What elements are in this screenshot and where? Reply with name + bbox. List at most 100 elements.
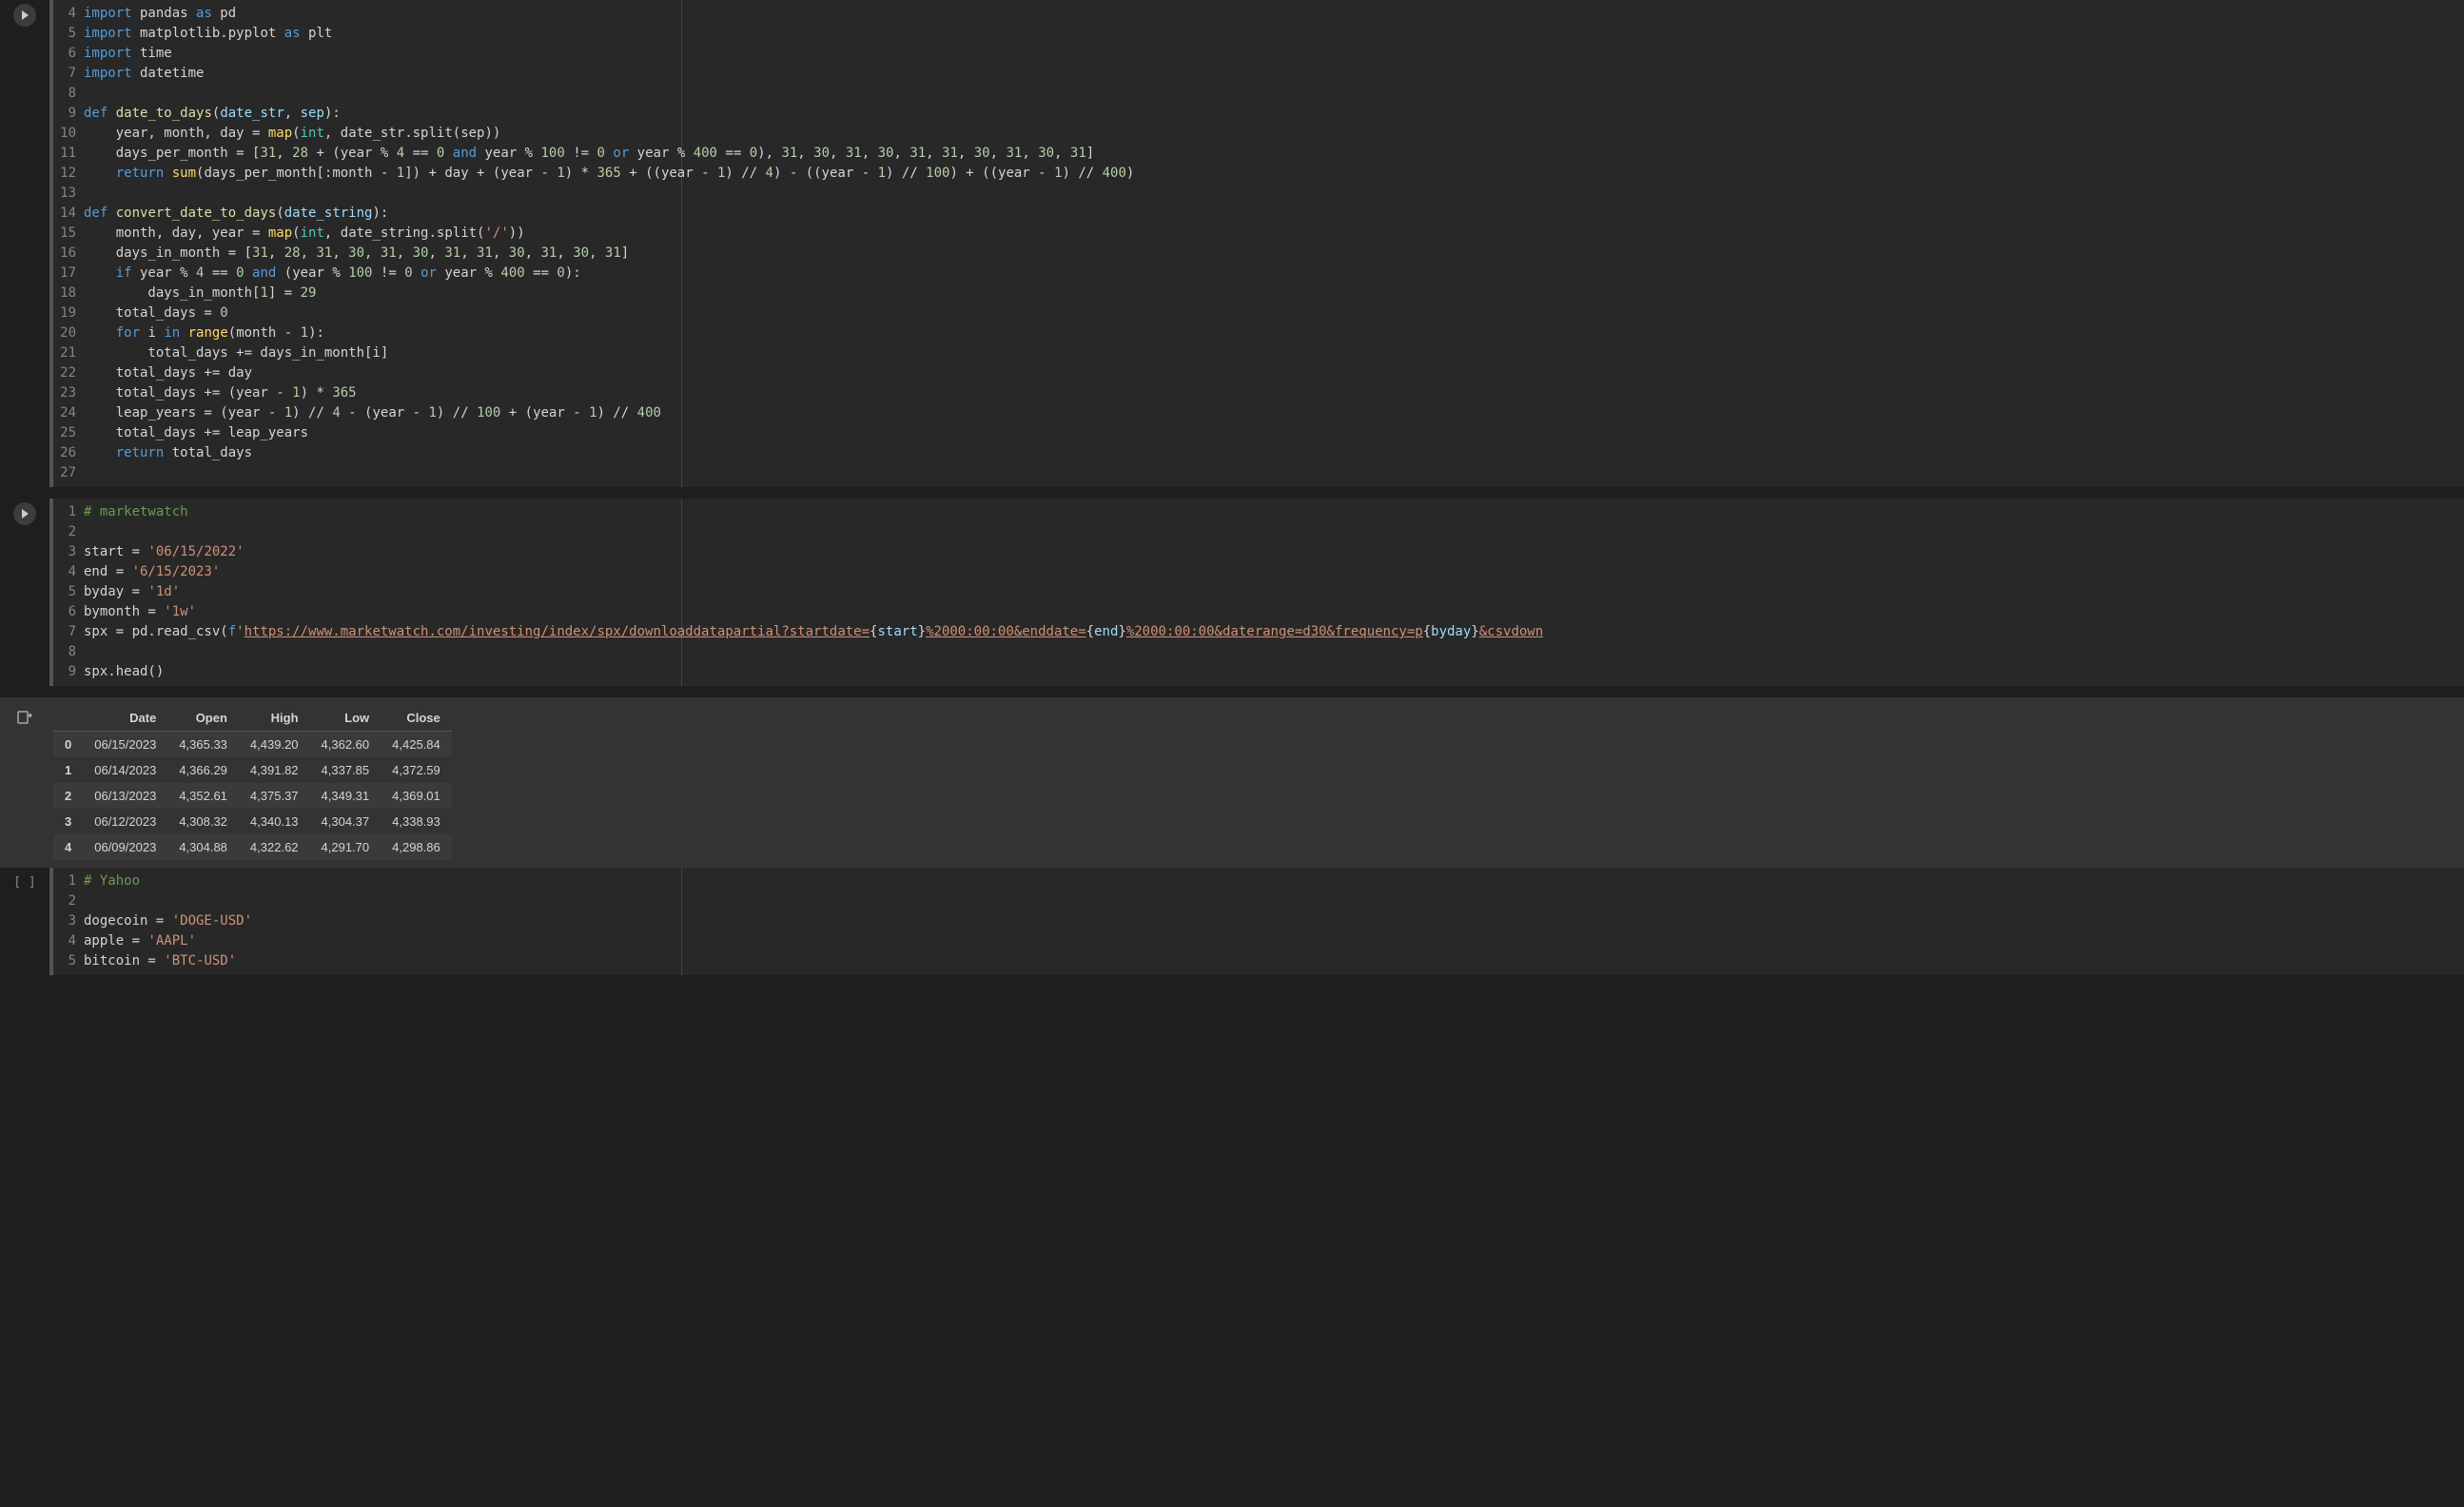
code-line[interactable]: 12 return sum(days_per_month[:month - 1]… — [53, 164, 2464, 184]
run-cell-button[interactable] — [13, 4, 36, 27]
code-line[interactable]: 5bitcoin = 'BTC-USD' — [53, 951, 2464, 971]
table-cell: 4,298.86 — [381, 834, 452, 860]
line-content[interactable]: days_in_month[1] = 29 — [84, 284, 2464, 303]
line-content[interactable]: def convert_date_to_days(date_string): — [84, 204, 2464, 224]
code-line[interactable]: 15 month, day, year = map(int, date_stri… — [53, 224, 2464, 244]
line-content[interactable]: total_days += (year - 1) * 365 — [84, 383, 2464, 403]
line-content[interactable]: leap_years = (year - 1) // 4 - (year - 1… — [84, 403, 2464, 423]
code-line[interactable]: 7spx = pd.read_csv(f'https://www.marketw… — [53, 622, 2464, 642]
line-content[interactable] — [84, 84, 2464, 104]
line-content[interactable]: spx = pd.read_csv(f'https://www.marketwa… — [84, 622, 2464, 642]
code-line[interactable]: 4import pandas as pd — [53, 4, 2464, 24]
table-row: 206/13/20234,352.614,375.374,349.314,369… — [53, 783, 452, 809]
code-line[interactable]: 1# Yahoo — [53, 871, 2464, 891]
line-number: 22 — [53, 363, 84, 383]
line-content[interactable]: apple = 'AAPL' — [84, 931, 2464, 951]
line-content[interactable]: end = '6/15/2023' — [84, 562, 2464, 582]
line-content[interactable]: start = '06/15/2022' — [84, 542, 2464, 562]
code-line[interactable]: 2 — [53, 522, 2464, 542]
line-content[interactable]: total_days += days_in_month[i] — [84, 343, 2464, 363]
line-number: 23 — [53, 383, 84, 403]
code-line[interactable]: 8 — [53, 642, 2464, 662]
output-content: DateOpenHighLowClose006/15/20234,365.334… — [49, 705, 2464, 860]
table-cell: 06/15/2023 — [83, 732, 167, 758]
line-content[interactable]: def date_to_days(date_str, sep): — [84, 104, 2464, 124]
code-line[interactable]: 23 total_days += (year - 1) * 365 — [53, 383, 2464, 403]
code-line[interactable]: 22 total_days += day — [53, 363, 2464, 383]
code-line[interactable]: 4end = '6/15/2023' — [53, 562, 2464, 582]
table-cell: 4,365.33 — [167, 732, 239, 758]
code-line[interactable]: 2 — [53, 891, 2464, 911]
output-icon[interactable] — [16, 709, 33, 726]
line-content[interactable]: import time — [84, 44, 2464, 64]
code-line[interactable]: 9def date_to_days(date_str, sep): — [53, 104, 2464, 124]
code-line[interactable]: 5byday = '1d' — [53, 582, 2464, 602]
code-line[interactable]: 24 leap_years = (year - 1) // 4 - (year … — [53, 403, 2464, 423]
line-content[interactable]: # marketwatch — [84, 502, 2464, 522]
line-content[interactable]: dogecoin = 'DOGE-USD' — [84, 911, 2464, 931]
code-line[interactable]: 16 days_in_month = [31, 28, 31, 30, 31, … — [53, 244, 2464, 264]
code-editor[interactable]: 4import pandas as pd5import matplotlib.p… — [49, 0, 2464, 487]
line-content[interactable]: total_days += leap_years — [84, 423, 2464, 443]
line-content[interactable]: total_days = 0 — [84, 303, 2464, 323]
line-content[interactable]: return sum(days_per_month[:month - 1]) +… — [84, 164, 2464, 184]
line-number: 20 — [53, 323, 84, 343]
editor-ruler — [681, 0, 682, 487]
line-content[interactable] — [84, 891, 2464, 911]
line-content[interactable]: total_days += day — [84, 363, 2464, 383]
table-cell: 06/12/2023 — [83, 809, 167, 834]
line-content[interactable]: year, month, day = map(int, date_str.spl… — [84, 124, 2464, 144]
code-line[interactable]: 26 return total_days — [53, 443, 2464, 463]
run-cell-button[interactable] — [13, 502, 36, 525]
line-content[interactable]: for i in range(month - 1): — [84, 323, 2464, 343]
line-content[interactable]: month, day, year = map(int, date_string.… — [84, 224, 2464, 244]
code-line[interactable]: 19 total_days = 0 — [53, 303, 2464, 323]
code-line[interactable]: 17 if year % 4 == 0 and (year % 100 != 0… — [53, 264, 2464, 284]
line-content[interactable]: byday = '1d' — [84, 582, 2464, 602]
table-cell: 4,375.37 — [239, 783, 310, 809]
line-content[interactable]: bymonth = '1w' — [84, 602, 2464, 622]
code-line[interactable]: 20 for i in range(month - 1): — [53, 323, 2464, 343]
code-line[interactable]: 6bymonth = '1w' — [53, 602, 2464, 622]
line-content[interactable]: days_in_month = [31, 28, 31, 30, 31, 30,… — [84, 244, 2464, 264]
line-content[interactable] — [84, 522, 2464, 542]
code-line[interactable]: 18 days_in_month[1] = 29 — [53, 284, 2464, 303]
code-line[interactable]: 13 — [53, 184, 2464, 204]
execution-count-empty[interactable]: [ ] — [13, 871, 35, 975]
code-line[interactable]: 7import datetime — [53, 64, 2464, 84]
code-line[interactable]: 27 — [53, 463, 2464, 483]
code-line[interactable]: 5import matplotlib.pyplot as plt — [53, 24, 2464, 44]
line-number: 26 — [53, 443, 84, 463]
line-content[interactable]: spx.head() — [84, 662, 2464, 682]
code-editor[interactable]: 1# marketwatch23start = '06/15/2022'4end… — [49, 499, 2464, 686]
code-line[interactable]: 8 — [53, 84, 2464, 104]
line-content[interactable]: import pandas as pd — [84, 4, 2464, 24]
code-editor[interactable]: 1# Yahoo23dogecoin = 'DOGE-USD'4apple = … — [49, 868, 2464, 975]
line-content[interactable]: if year % 4 == 0 and (year % 100 != 0 or… — [84, 264, 2464, 284]
line-number: 11 — [53, 144, 84, 164]
code-line[interactable]: 4apple = 'AAPL' — [53, 931, 2464, 951]
line-content[interactable] — [84, 463, 2464, 483]
line-content[interactable] — [84, 642, 2464, 662]
line-content[interactable]: # Yahoo — [84, 871, 2464, 891]
line-content[interactable]: import matplotlib.pyplot as plt — [84, 24, 2464, 44]
code-line[interactable]: 25 total_days += leap_years — [53, 423, 2464, 443]
table-row: 406/09/20234,304.884,322.624,291.704,298… — [53, 834, 452, 860]
code-line[interactable]: 10 year, month, day = map(int, date_str.… — [53, 124, 2464, 144]
code-line[interactable]: 6import time — [53, 44, 2464, 64]
code-line[interactable]: 1# marketwatch — [53, 502, 2464, 522]
code-line[interactable]: 9spx.head() — [53, 662, 2464, 682]
code-line[interactable]: 3start = '06/15/2022' — [53, 542, 2464, 562]
code-line[interactable]: 11 days_per_month = [31, 28 + (year % 4 … — [53, 144, 2464, 164]
code-line[interactable]: 3dogecoin = 'DOGE-USD' — [53, 911, 2464, 931]
line-number: 19 — [53, 303, 84, 323]
table-row: 106/14/20234,366.294,391.824,337.854,372… — [53, 757, 452, 783]
code-line[interactable]: 21 total_days += days_in_month[i] — [53, 343, 2464, 363]
line-number: 12 — [53, 164, 84, 184]
line-content[interactable]: days_per_month = [31, 28 + (year % 4 == … — [84, 144, 2464, 164]
code-line[interactable]: 14def convert_date_to_days(date_string): — [53, 204, 2464, 224]
line-content[interactable] — [84, 184, 2464, 204]
line-content[interactable]: import datetime — [84, 64, 2464, 84]
line-content[interactable]: return total_days — [84, 443, 2464, 463]
line-content[interactable]: bitcoin = 'BTC-USD' — [84, 951, 2464, 971]
